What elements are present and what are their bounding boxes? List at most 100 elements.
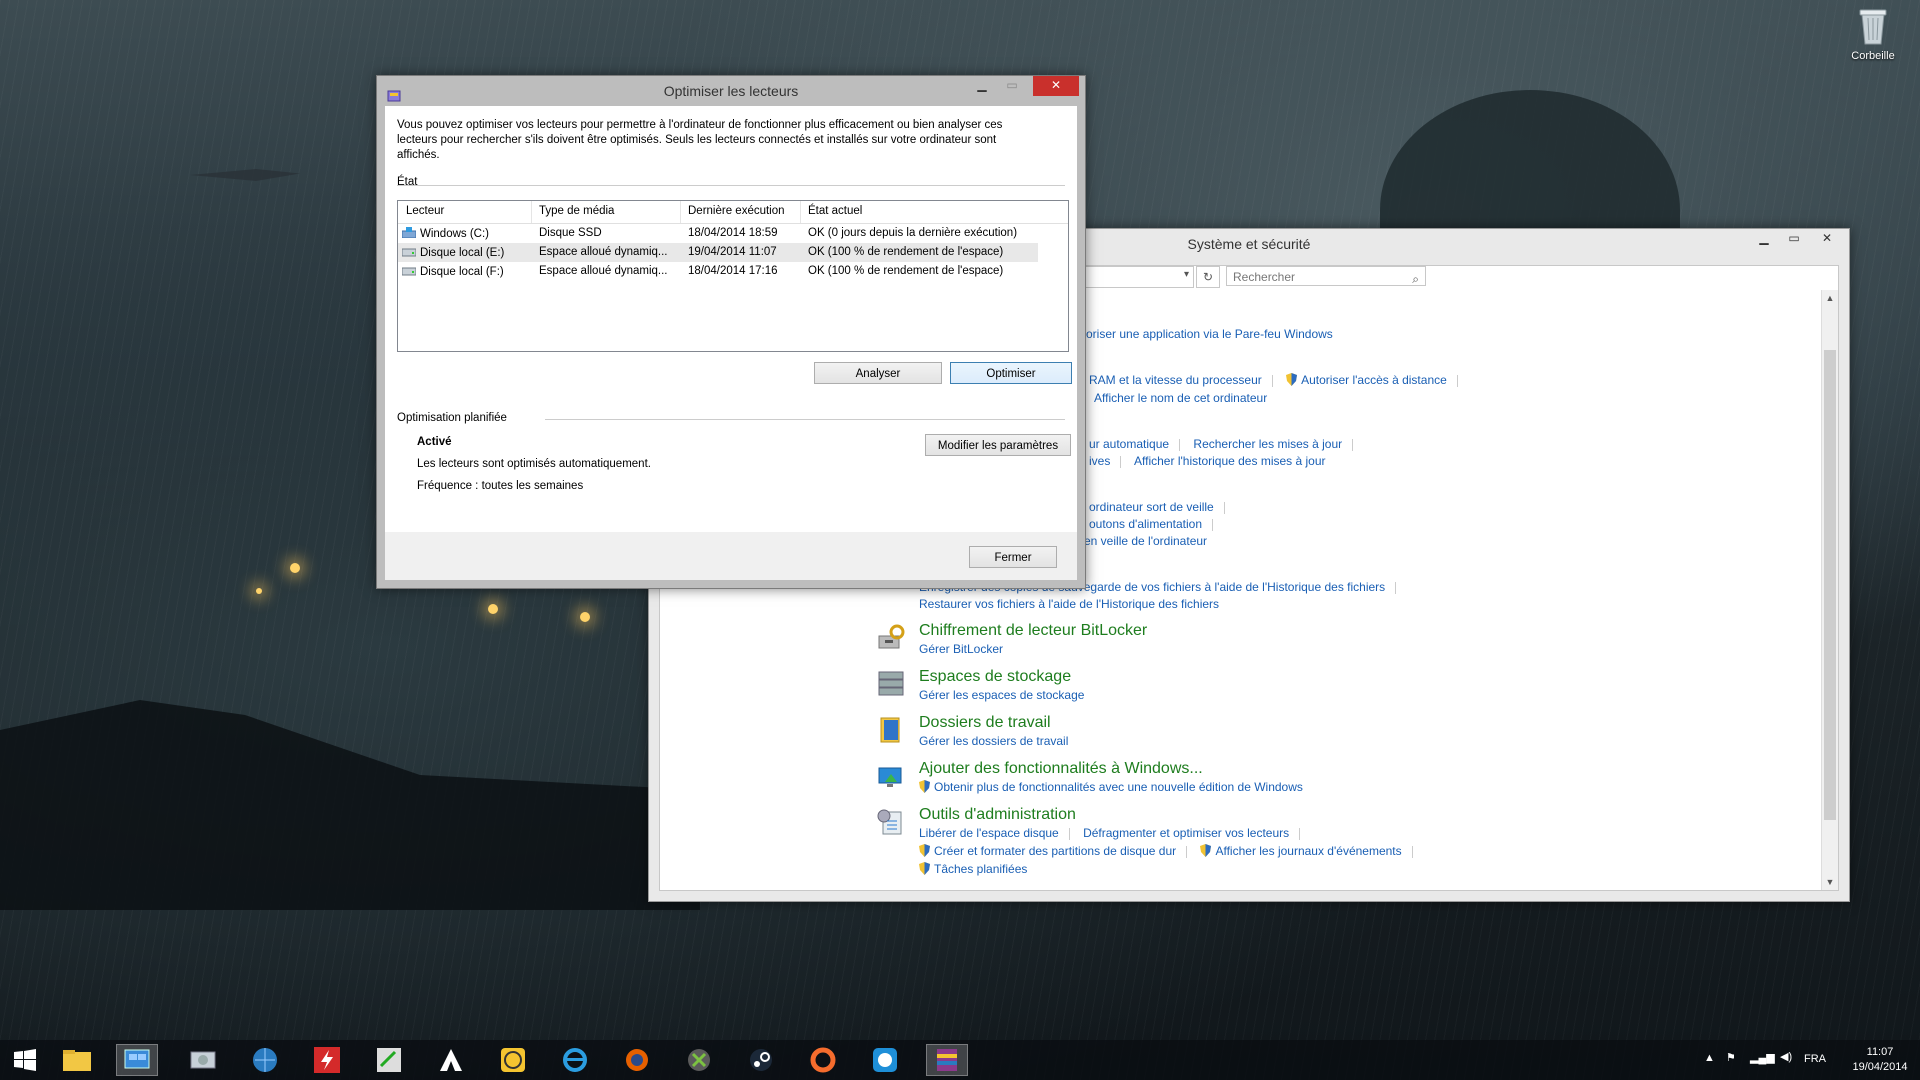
remote-access-link[interactable]: Autoriser l'accès à distance — [1301, 373, 1447, 387]
firefox-icon[interactable] — [616, 1044, 658, 1076]
uplay-icon[interactable] — [864, 1044, 906, 1076]
clock-date: 19/04/2014 — [1852, 1061, 1908, 1073]
drive-row[interactable]: Disque local (F:) Espace alloué dynamiq.… — [398, 262, 1068, 281]
admin-tools-row1: Libérer de l'espace disque Défragmenter … — [919, 826, 1310, 840]
work-folders-title[interactable]: Dossiers de travail — [919, 714, 1051, 732]
maximize-icon[interactable]: ▭ — [1779, 229, 1809, 249]
drive-last-run: 18/04/2014 17:16 — [688, 265, 778, 277]
drive-row[interactable]: Disque local (E:) Espace alloué dynamiq.… — [398, 243, 1038, 262]
recycle-bin-icon — [1858, 6, 1888, 46]
winrar-icon[interactable] — [926, 1044, 968, 1076]
admin-tools-title[interactable]: Outils d'administration — [919, 806, 1076, 824]
event-logs-link[interactable]: Afficher les journaux d'événements — [1215, 844, 1401, 858]
taskbar: ▲ ⚑ ▂▄▆ ◀) FRA 11:07 19/04/2014 — [0, 1040, 1920, 1080]
file-history-restore-link[interactable]: Restaurer vos fichiers à l'aide de l'His… — [919, 597, 1219, 611]
add-features-title[interactable]: Ajouter des fonctionnalités à Windows... — [919, 760, 1203, 778]
optimize-drives-dialog[interactable]: Optimiser les lecteurs ▁ ▭ ✕ Vous pouvez… — [376, 75, 1086, 589]
column-header[interactable]: Dernière exécution — [688, 205, 785, 217]
disk-cleanup-link[interactable]: Libérer de l'espace disque — [919, 826, 1059, 840]
vertical-scrollbar[interactable]: ▲ ▼ — [1821, 290, 1838, 890]
flash-icon[interactable] — [306, 1044, 348, 1076]
partition-link[interactable]: Créer et formater des partitions de disq… — [934, 844, 1176, 858]
sleep-link[interactable]: ordinateur sort de veille — [1089, 500, 1214, 514]
xbox-icon[interactable] — [678, 1044, 720, 1076]
auto-update-link[interactable]: ur automatique — [1089, 437, 1169, 451]
language-indicator[interactable]: FRA — [1804, 1053, 1826, 1065]
drive-name: Disque local (E:) — [420, 247, 505, 259]
disk-drive-icon — [402, 267, 416, 276]
scroll-down-icon[interactable]: ▼ — [1822, 874, 1838, 890]
scheduled-tasks-link[interactable]: Tâches planifiées — [934, 862, 1027, 876]
shield-icon — [919, 780, 930, 793]
storage-spaces-title[interactable]: Espaces de stockage — [919, 668, 1071, 686]
update-links-row2: ives Afficher l'historique des mises à j… — [1089, 454, 1326, 468]
drives-list[interactable]: Lecteur Type de média Dernière exécution… — [397, 200, 1069, 352]
analyze-button[interactable]: Analyser — [814, 362, 942, 384]
work-folders-icon — [880, 717, 900, 743]
steam-icon[interactable] — [740, 1044, 782, 1076]
update-history-link[interactable]: Afficher l'historique des mises à jour — [1134, 454, 1326, 468]
disk-icon[interactable] — [182, 1044, 224, 1076]
scroll-thumb[interactable] — [1824, 350, 1836, 820]
admin-tools-icon — [877, 809, 902, 835]
bioshock-icon[interactable] — [368, 1044, 410, 1076]
internet-explorer-icon[interactable] — [554, 1044, 596, 1076]
bitlocker-icon — [878, 624, 905, 649]
bitlocker-link[interactable]: Gérer BitLocker — [919, 642, 1003, 656]
minimize-icon[interactable]: ▁ — [967, 76, 997, 96]
power-links-row: ordinateur sort de veille — [1089, 500, 1235, 514]
scheduled-description: Les lecteurs sont optimisés automatiquem… — [417, 458, 651, 470]
update-links-row: ur automatique Rechercher les mises à jo… — [1089, 437, 1363, 451]
ram-link[interactable]: RAM et la vitesse du processeur — [1089, 373, 1262, 387]
drive-status: OK (100 % de rendement de l'espace) — [808, 265, 1004, 277]
storage-spaces-link[interactable]: Gérer les espaces de stockage — [919, 688, 1084, 702]
network-signal-icon[interactable]: ▂▄▆ — [1750, 1051, 1775, 1064]
maximize-icon[interactable]: ▭ — [997, 76, 1027, 96]
recycle-bin-label: Corbeille — [1851, 50, 1895, 62]
ives-link[interactable]: ives — [1089, 454, 1110, 468]
clock[interactable]: 11:07 19/04/2014 — [1850, 1045, 1910, 1075]
volume-icon[interactable]: ◀) — [1780, 1050, 1792, 1063]
column-header[interactable]: Lecteur — [406, 205, 444, 217]
check-updates-link[interactable]: Rechercher les mises à jour — [1193, 437, 1342, 451]
alienware-icon[interactable] — [430, 1044, 472, 1076]
drive-row[interactable]: Windows (C:) Disque SSD 18/04/2014 18:59… — [398, 224, 1068, 243]
power-buttons-link[interactable]: outons d'alimentation — [1089, 517, 1202, 531]
add-features-row: Obtenir plus de fonctionnalités avec une… — [919, 780, 1303, 794]
work-folders-link[interactable]: Gérer les dossiers de travail — [919, 734, 1068, 748]
recycle-bin[interactable]: Corbeille — [1838, 6, 1908, 62]
chevron-up-icon[interactable]: ▲ — [1704, 1052, 1715, 1064]
disk-drive-icon — [402, 248, 416, 257]
optimize-dialog-titlebar[interactable]: Optimiser les lecteurs ▁ ▭ ✕ — [377, 76, 1085, 106]
scheduled-state: Activé — [417, 436, 452, 448]
origin-icon[interactable] — [802, 1044, 844, 1076]
refresh-icon[interactable]: ↻ — [1196, 266, 1220, 288]
minimize-icon[interactable]: ▁ — [1749, 229, 1779, 249]
column-header[interactable]: État actuel — [808, 205, 862, 217]
get-more-features-link[interactable]: Obtenir plus de fonctionnalités avec une… — [934, 780, 1303, 794]
add-features-icon — [878, 767, 902, 787]
scheduled-section-label: Optimisation planifiée — [397, 412, 507, 424]
search-icon: ⌕ — [1412, 272, 1419, 286]
column-header[interactable]: Type de média — [539, 205, 614, 217]
defragment-link[interactable]: Défragmenter et optimiser vos lecteurs — [1083, 826, 1289, 840]
start-icon[interactable] — [4, 1044, 46, 1076]
chevron-down-icon[interactable]: ▾ — [1184, 269, 1189, 280]
control-panel-icon[interactable] — [116, 1044, 158, 1076]
scroll-up-icon[interactable]: ▲ — [1822, 290, 1838, 306]
close-icon[interactable]: ✕ — [1809, 229, 1845, 249]
bitlocker-title[interactable]: Chiffrement de lecteur BitLocker — [919, 622, 1147, 640]
search-input[interactable]: Rechercher ⌕ — [1226, 266, 1426, 286]
optimize-button[interactable]: Optimiser — [950, 362, 1072, 384]
drives-list-header: Lecteur Type de média Dernière exécution… — [398, 201, 1068, 224]
network-icon[interactable] — [492, 1044, 534, 1076]
close-icon[interactable]: ✕ — [1033, 76, 1079, 96]
firewall-link[interactable]: oriser une application via le Pare-feu W… — [1086, 327, 1333, 341]
change-settings-button[interactable]: Modifier les paramètres — [925, 434, 1071, 456]
sleep2-link[interactable]: en veille de l'ordinateur — [1084, 534, 1207, 548]
globe-icon[interactable] — [244, 1044, 286, 1076]
close-button[interactable]: Fermer — [969, 546, 1057, 568]
computer-name-link[interactable]: Afficher le nom de cet ordinateur — [1094, 391, 1267, 405]
flag-icon[interactable]: ⚑ — [1726, 1051, 1736, 1064]
file-explorer-icon[interactable] — [56, 1044, 98, 1076]
